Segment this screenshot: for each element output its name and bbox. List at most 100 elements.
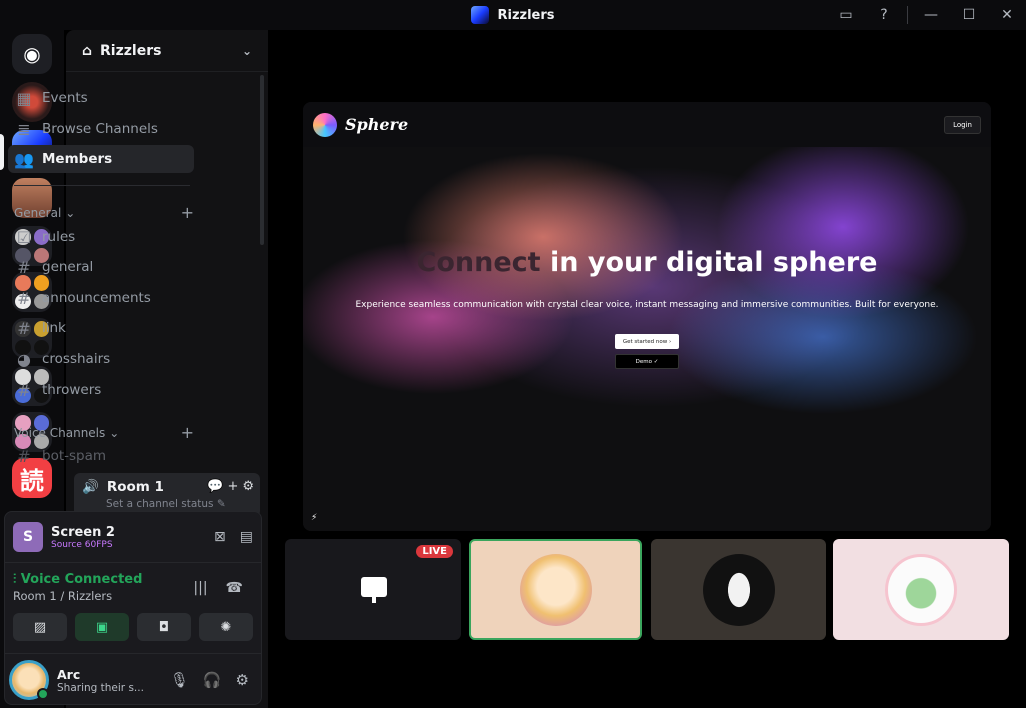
- nav-events[interactable]: ▦ Events: [8, 84, 194, 112]
- avatar: [702, 553, 775, 626]
- voice-connection-info: ⫶ Voice Connected Room 1 / Rizzlers ||| …: [13, 572, 253, 603]
- panel-divider: [5, 653, 261, 654]
- user-info: Arc Sharing their s... 🎙 🎧 ⚙: [9, 658, 257, 702]
- guild-header[interactable]: ⌂ Rizzlers ⌄: [66, 30, 268, 72]
- clip-icon[interactable]: ▤: [240, 529, 253, 545]
- avatar: [519, 553, 592, 626]
- screen-share-icon: ▣: [95, 619, 109, 635]
- settings-icon[interactable]: ⚙: [236, 671, 249, 689]
- hero-title-dim: Connect: [416, 247, 541, 278]
- channel-general[interactable]: # general: [8, 253, 194, 281]
- voice-user-panel: S Screen 2 Source 60FPS ⊠ ▤ ⫶ Voice Conn…: [4, 511, 262, 705]
- locked-hash-icon: #: [17, 380, 31, 400]
- invite-icon[interactable]: +: [227, 479, 238, 494]
- channel-announcements[interactable]: # announcements: [8, 284, 194, 312]
- channel-link[interactable]: # link: [8, 314, 194, 342]
- minimize-button[interactable]: —: [912, 0, 950, 30]
- voice-status[interactable]: Voice Connected: [21, 572, 143, 587]
- add-channel-icon[interactable]: +: [181, 203, 194, 222]
- camera-off-button[interactable]: ▨: [13, 613, 67, 641]
- bolt-icon: ⚡: [311, 513, 318, 523]
- nav-browse-channels[interactable]: ≣ Browse Channels: [8, 115, 194, 143]
- channel-label: announcements: [42, 290, 151, 306]
- maximize-button[interactable]: ☐: [950, 0, 988, 30]
- stream-avatar-letter: S: [22, 529, 34, 545]
- get-started-button: Get started now ›: [615, 334, 679, 349]
- channel-label: crosshairs: [42, 351, 111, 367]
- chat-icon[interactable]: 💬: [207, 479, 223, 494]
- thread-icon: ◕: [17, 349, 31, 369]
- signal-icon: ⫶: [13, 572, 21, 587]
- nav-browse-label: Browse Channels: [42, 121, 158, 137]
- category-general[interactable]: General ⌄ +: [14, 203, 194, 222]
- noise-suppression-icon[interactable]: |||: [193, 580, 207, 596]
- inbox-icon[interactable]: ▭: [827, 0, 865, 30]
- username[interactable]: Arc: [57, 667, 144, 682]
- settings-icon[interactable]: ⚙: [242, 479, 254, 494]
- discord-home-icon[interactable]: ◉: [12, 34, 52, 74]
- participant-tile-2[interactable]: [469, 539, 642, 640]
- guild-icon: ⌂: [82, 42, 93, 59]
- live-badge: LIVE: [416, 545, 453, 558]
- login-button: Login: [944, 115, 981, 134]
- members-icon: 👥: [14, 149, 34, 169]
- soundboard-button[interactable]: ✺: [199, 613, 253, 641]
- avatar: [885, 553, 957, 626]
- chevron-down-icon: ⌄: [65, 205, 76, 220]
- channel-bot-spam[interactable]: # bot-spam: [8, 442, 194, 470]
- selected-server-indicator: [0, 134, 4, 170]
- channel-throwers[interactable]: # throwers: [8, 376, 194, 404]
- category-general-label: General: [14, 205, 62, 220]
- microphone-icon[interactable]: 🎙: [170, 671, 189, 689]
- participant-tile-3[interactable]: [651, 539, 826, 640]
- stream-avatar: S: [13, 522, 43, 552]
- soundboard-icon: ✺: [220, 619, 232, 635]
- rules-icon: ☑: [16, 227, 32, 247]
- window-title-text: Rizzlers: [497, 7, 555, 23]
- voice-channel-name: Room 1: [106, 479, 164, 495]
- channel-status-text: Set a channel status: [106, 498, 214, 510]
- hash-icon: #: [17, 318, 31, 338]
- nav-members[interactable]: 👥 Members: [8, 145, 194, 173]
- category-voice[interactable]: Voice Channels ⌄ +: [14, 423, 194, 442]
- stream-preview: S Screen 2 Source 60FPS ⊠ ▤: [13, 522, 253, 552]
- channel-label: throwers: [42, 382, 102, 398]
- channel-crosshairs[interactable]: ◕ crosshairs: [8, 345, 194, 373]
- participant-tile-stream[interactable]: LIVE: [285, 539, 461, 640]
- panel-divider: [5, 562, 261, 563]
- demo-button: Demo ✓: [615, 354, 679, 369]
- guild-name: Rizzlers: [100, 42, 162, 59]
- hero-subtitle: Experience seamless communication with c…: [355, 300, 939, 310]
- add-voice-channel-icon[interactable]: +: [181, 423, 194, 442]
- stop-stream-icon[interactable]: ⊠: [214, 529, 226, 545]
- hash-icon: #: [17, 446, 31, 466]
- chevron-down-icon: ⌄: [241, 43, 252, 58]
- sphere-navbar: Sphere Login: [303, 102, 991, 147]
- channel-label: bot-spam: [42, 448, 107, 464]
- sidebar-scrollbar[interactable]: [260, 75, 264, 245]
- title-bar: Rizzlers ▭ ? — ☐ ✕: [0, 0, 1026, 30]
- user-status: Sharing their s...: [57, 681, 144, 694]
- stream-stage[interactable]: Sphere Login Connect in your digital sph…: [303, 102, 991, 531]
- help-icon[interactable]: ?: [865, 0, 903, 30]
- disconnect-icon[interactable]: ☎: [226, 580, 243, 596]
- screen-icon: [361, 577, 387, 603]
- channel-label: general: [42, 259, 94, 275]
- nav-events-label: Events: [42, 90, 88, 106]
- screen-share-button[interactable]: ▣: [75, 613, 129, 641]
- category-voice-label: Voice Channels: [14, 425, 106, 440]
- headphones-icon[interactable]: 🎧: [203, 671, 222, 689]
- pencil-icon: ✎: [216, 498, 226, 510]
- title-bar-divider: [907, 6, 908, 24]
- close-button[interactable]: ✕: [988, 0, 1026, 30]
- channel-rules[interactable]: ☑ rules: [8, 223, 194, 251]
- channel-label: link: [42, 320, 66, 336]
- participant-tile-4[interactable]: [833, 539, 1009, 640]
- channel-status[interactable]: Set a channel status ✎: [106, 498, 252, 510]
- stream-source: Source 60FPS: [51, 539, 113, 550]
- activity-button[interactable]: ◘: [137, 613, 191, 641]
- voice-actions: ▨ ▣ ◘ ✺: [13, 613, 253, 641]
- sphere-logo-icon: [313, 112, 337, 137]
- avatar[interactable]: [9, 660, 49, 700]
- nav-members-label: Members: [42, 151, 113, 167]
